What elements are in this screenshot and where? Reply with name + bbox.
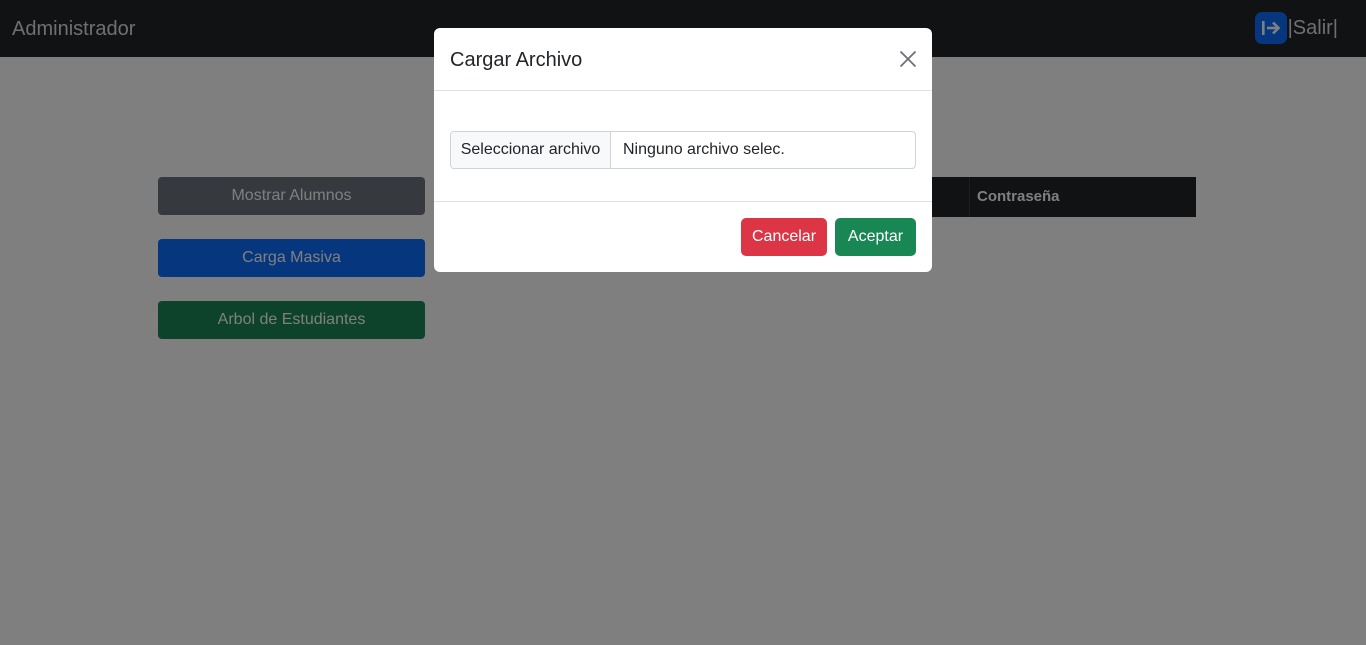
cancel-button[interactable]: Cancelar xyxy=(741,218,827,256)
upload-file-modal: Cargar Archivo Seleccionar archivo Ningu… xyxy=(434,28,932,272)
modal-header: Cargar Archivo xyxy=(434,28,932,91)
selected-file-name: Ninguno archivo selec. xyxy=(623,141,785,158)
modal-title: Cargar Archivo xyxy=(450,49,583,71)
file-input[interactable]: Seleccionar archivo Ninguno archivo sele… xyxy=(450,131,916,169)
accept-button[interactable]: Aceptar xyxy=(835,218,916,256)
choose-file-button[interactable]: Seleccionar archivo xyxy=(451,132,611,168)
modal-footer: Cancelar Aceptar xyxy=(434,201,932,272)
close-icon[interactable] xyxy=(898,49,918,69)
